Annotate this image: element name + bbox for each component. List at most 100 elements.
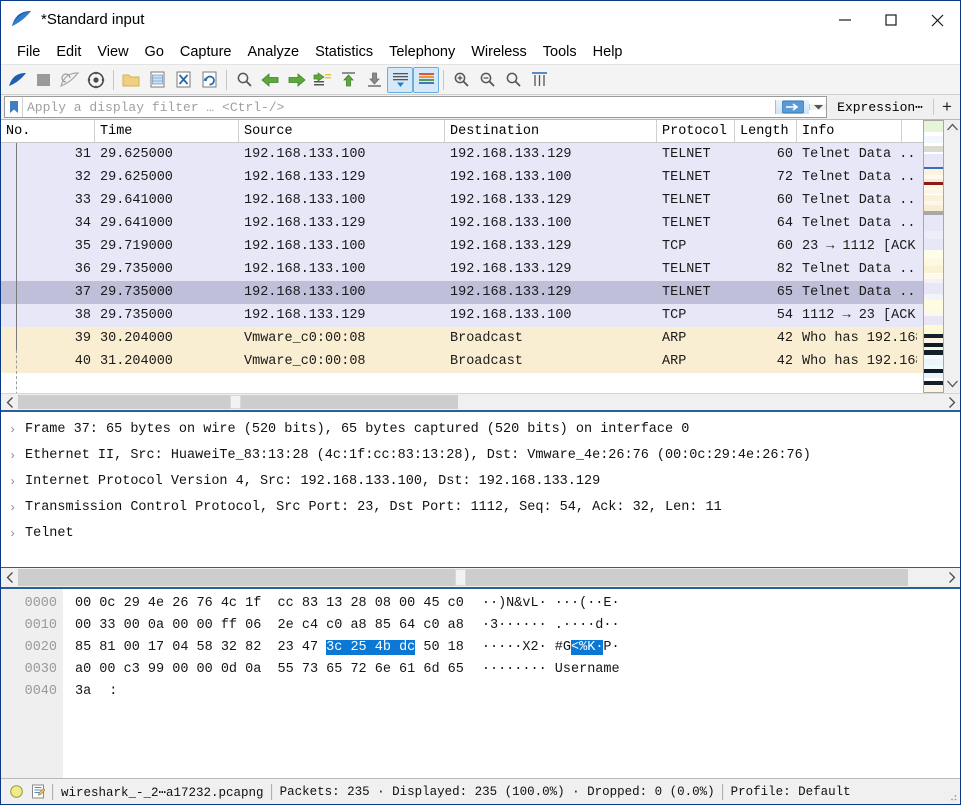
packet-map[interactable] [923,120,944,393]
column-header-protocol[interactable]: Protocol [657,120,735,142]
close-file-icon[interactable] [170,67,196,93]
column-header-info[interactable]: Info [797,120,902,142]
menu-wireless[interactable]: Wireless [463,42,535,62]
packet-source: 192.168.133.129 [244,216,366,231]
find-packet-icon[interactable] [231,67,257,93]
apply-filter-button[interactable] [775,100,810,114]
minimize-button[interactable] [822,1,868,39]
column-header-source[interactable]: Source [239,120,445,142]
go-first-packet-icon[interactable] [335,67,361,93]
close-button[interactable] [914,1,960,39]
chevron-right-icon[interactable]: › [9,521,25,547]
bookmark-icon[interactable] [5,97,23,117]
packet-protocol: TELNET [662,147,711,162]
menu-statistics[interactable]: Statistics [307,42,381,62]
add-filter-button[interactable]: + [934,95,960,119]
packet-list-hscrollbar[interactable] [1,393,960,410]
hex-dump-row[interactable]: 0000 00 0c 29 4e 26 76 4c 1f cc 83 13 28 … [1,593,960,615]
chevron-left-icon[interactable] [1,394,18,410]
column-header-length[interactable]: Length [735,120,797,142]
detail-hscroll-track[interactable] [18,568,943,587]
chevron-right-icon[interactable]: › [9,443,25,469]
packet-list-scrollbar[interactable] [923,120,960,393]
detail-chevron-right-icon[interactable] [943,568,960,587]
protocol-tree-item[interactable]: › Transmission Control Protocol, Src Port… [1,495,960,521]
menu-view[interactable]: View [89,42,136,62]
menu-telephony[interactable]: Telephony [381,42,463,62]
packet-detail-pane: › Frame 37: 65 bytes on wire (520 bits), … [1,412,960,567]
column-header-destination[interactable]: Destination [445,120,657,142]
chevron-right-icon[interactable]: › [9,469,25,495]
capture-comment-icon[interactable] [31,784,45,799]
zoom-out-icon[interactable] [474,67,500,93]
hex-dump-row[interactable]: 0020 85 81 00 17 04 58 32 82 23 47 3c 25 … [1,637,960,659]
packet-source: 192.168.133.100 [244,147,366,162]
menu-help[interactable]: Help [585,42,631,62]
resize-grip-icon[interactable] [947,791,957,801]
colorize-packets-icon[interactable] [413,66,439,93]
packet-time: 29.641000 [100,216,173,231]
status-profile[interactable]: Profile: Default [731,785,851,799]
column-header-time[interactable]: Time [95,120,239,142]
capture-options-icon[interactable] [83,67,109,93]
resize-columns-icon[interactable] [526,67,552,93]
packet-row[interactable]: 33 29.641000 192.168.133.100 192.168.133.12… [1,189,960,212]
packet-row[interactable]: 39 30.204000 Vmware_c0:00:08 Broadcast ARP 42… [1,327,960,350]
expression-button[interactable]: Expression⋯ [827,95,933,119]
chevron-down-icon[interactable] [946,379,958,391]
packet-detail-hscrollbar[interactable] [1,567,960,589]
chevron-right-icon[interactable]: › [9,495,25,521]
menu-capture[interactable]: Capture [172,42,240,62]
stop-capture-icon[interactable] [31,67,57,93]
packet-row[interactable]: 32 29.625000 192.168.133.129 192.168.133.10… [1,166,960,189]
go-to-packet-icon[interactable] [309,67,335,93]
menu-file[interactable]: File [9,42,48,62]
restart-capture-icon[interactable] [57,67,83,93]
zoom-reset-icon[interactable] [500,67,526,93]
chevron-up-icon[interactable] [946,122,958,134]
chevron-right-icon[interactable]: › [9,417,25,443]
hscroll-track[interactable] [18,394,943,410]
go-forward-icon[interactable] [283,67,309,93]
save-file-icon[interactable] [144,67,170,93]
packet-protocol: ARP [662,354,687,369]
packet-row[interactable]: 34 29.641000 192.168.133.129 192.168.133.10… [1,212,960,235]
reload-file-icon[interactable] [196,67,222,93]
packet-row[interactable]: 35 29.719000 192.168.133.100 192.168.133.12… [1,235,960,258]
packet-destination: Broadcast [450,354,523,369]
protocol-tree-item[interactable]: › Frame 37: 65 bytes on wire (520 bits), … [1,417,960,443]
packet-row[interactable]: 31 29.625000 192.168.133.100 192.168.133.12… [1,143,960,166]
related-packet-line [16,143,17,350]
menu-edit[interactable]: Edit [48,42,89,62]
open-file-icon[interactable] [118,67,144,93]
hex-dump-row[interactable]: 0010 00 33 00 0a 00 00 ff 06 2e c4 c0 a8 … [1,615,960,637]
status-packet-counts: Packets: 235 · Displayed: 235 (100.0%) ·… [279,784,715,799]
filter-history-dropdown[interactable] [809,104,827,110]
detail-chevron-left-icon[interactable] [1,568,18,587]
packet-row[interactable]: 36 29.735000 192.168.133.100 192.168.133.12… [1,258,960,281]
status-separator-2 [721,783,724,800]
menu-tools[interactable]: Tools [535,42,585,62]
packet-row[interactable]: 40 31.204000 Vmware_c0:00:08 Broadcast ARP 42… [1,350,960,373]
maximize-button[interactable] [868,1,914,39]
zoom-in-icon[interactable] [448,67,474,93]
protocol-tree-item[interactable]: › Telnet [1,521,960,547]
expert-info-icon[interactable] [9,784,24,799]
packet-map-stripe [924,265,943,274]
chevron-right-icon[interactable] [943,394,960,410]
protocol-tree-item[interactable]: › Internet Protocol Version 4, Src: 192.1… [1,469,960,495]
packet-row[interactable]: 38 29.735000 192.168.133.129 192.168.133.10… [1,304,960,327]
auto-scroll-icon[interactable] [387,66,413,93]
start-capture-icon[interactable] [5,67,31,93]
go-last-packet-icon[interactable] [361,67,387,93]
packet-source: 192.168.133.129 [244,308,366,323]
menu-go[interactable]: Go [137,42,172,62]
packet-row[interactable]: 37 29.735000 192.168.133.100 192.168.133.12… [1,281,960,304]
hex-dump-row[interactable]: 0030 a0 00 c3 99 00 00 0d 0a 55 73 65 72 … [1,659,960,681]
protocol-tree-item[interactable]: › Ethernet II, Src: HuaweiTe_83:13:28 (4c… [1,443,960,469]
hex-dump-row[interactable]: 0040 3a: [1,681,960,703]
column-header-no[interactable]: No. [1,120,95,142]
menu-analyze[interactable]: Analyze [239,42,307,62]
display-filter-input[interactable]: Apply a display filter … <Ctrl-/> [4,96,828,118]
go-back-icon[interactable] [257,67,283,93]
